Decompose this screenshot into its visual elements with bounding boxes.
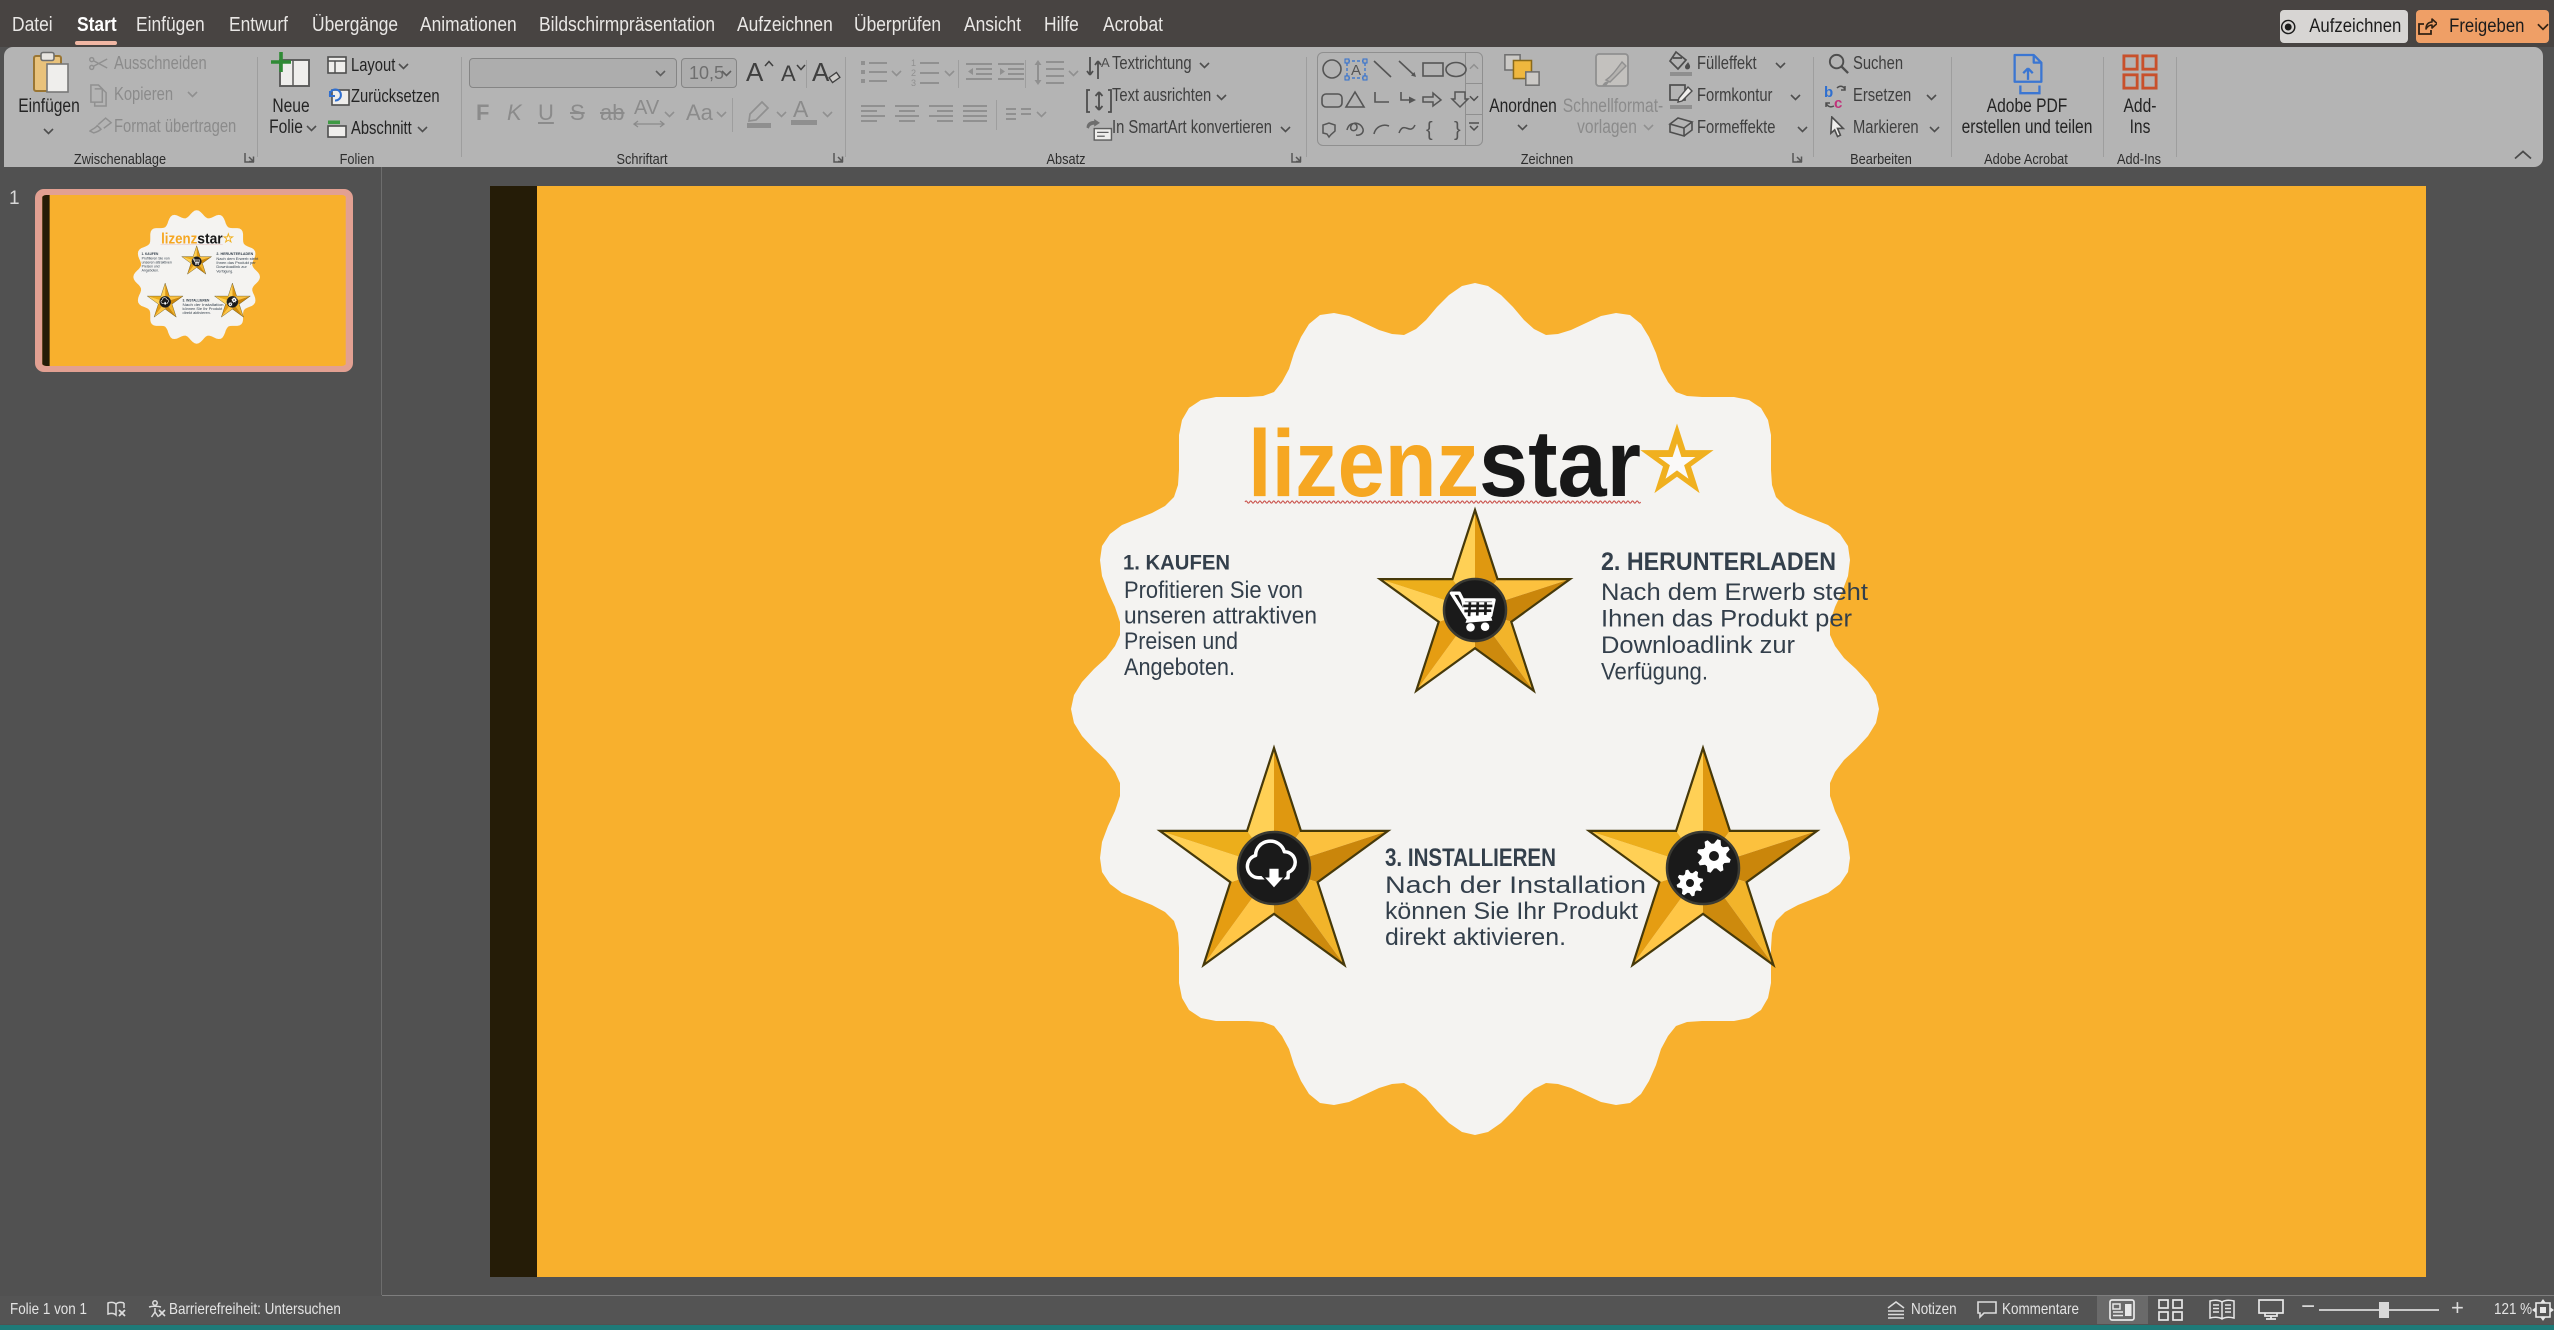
svg-text:A: A	[1101, 55, 1110, 70]
svg-text:A: A	[1351, 62, 1361, 79]
svg-text:{: {	[1426, 119, 1433, 141]
svg-text:2: 2	[911, 68, 916, 78]
svg-text:}: }	[1454, 119, 1461, 141]
svg-text:c: c	[1834, 95, 1842, 110]
svg-text:b: b	[1824, 84, 1833, 101]
svg-text:1: 1	[911, 58, 916, 68]
svg-text:3: 3	[911, 78, 916, 88]
